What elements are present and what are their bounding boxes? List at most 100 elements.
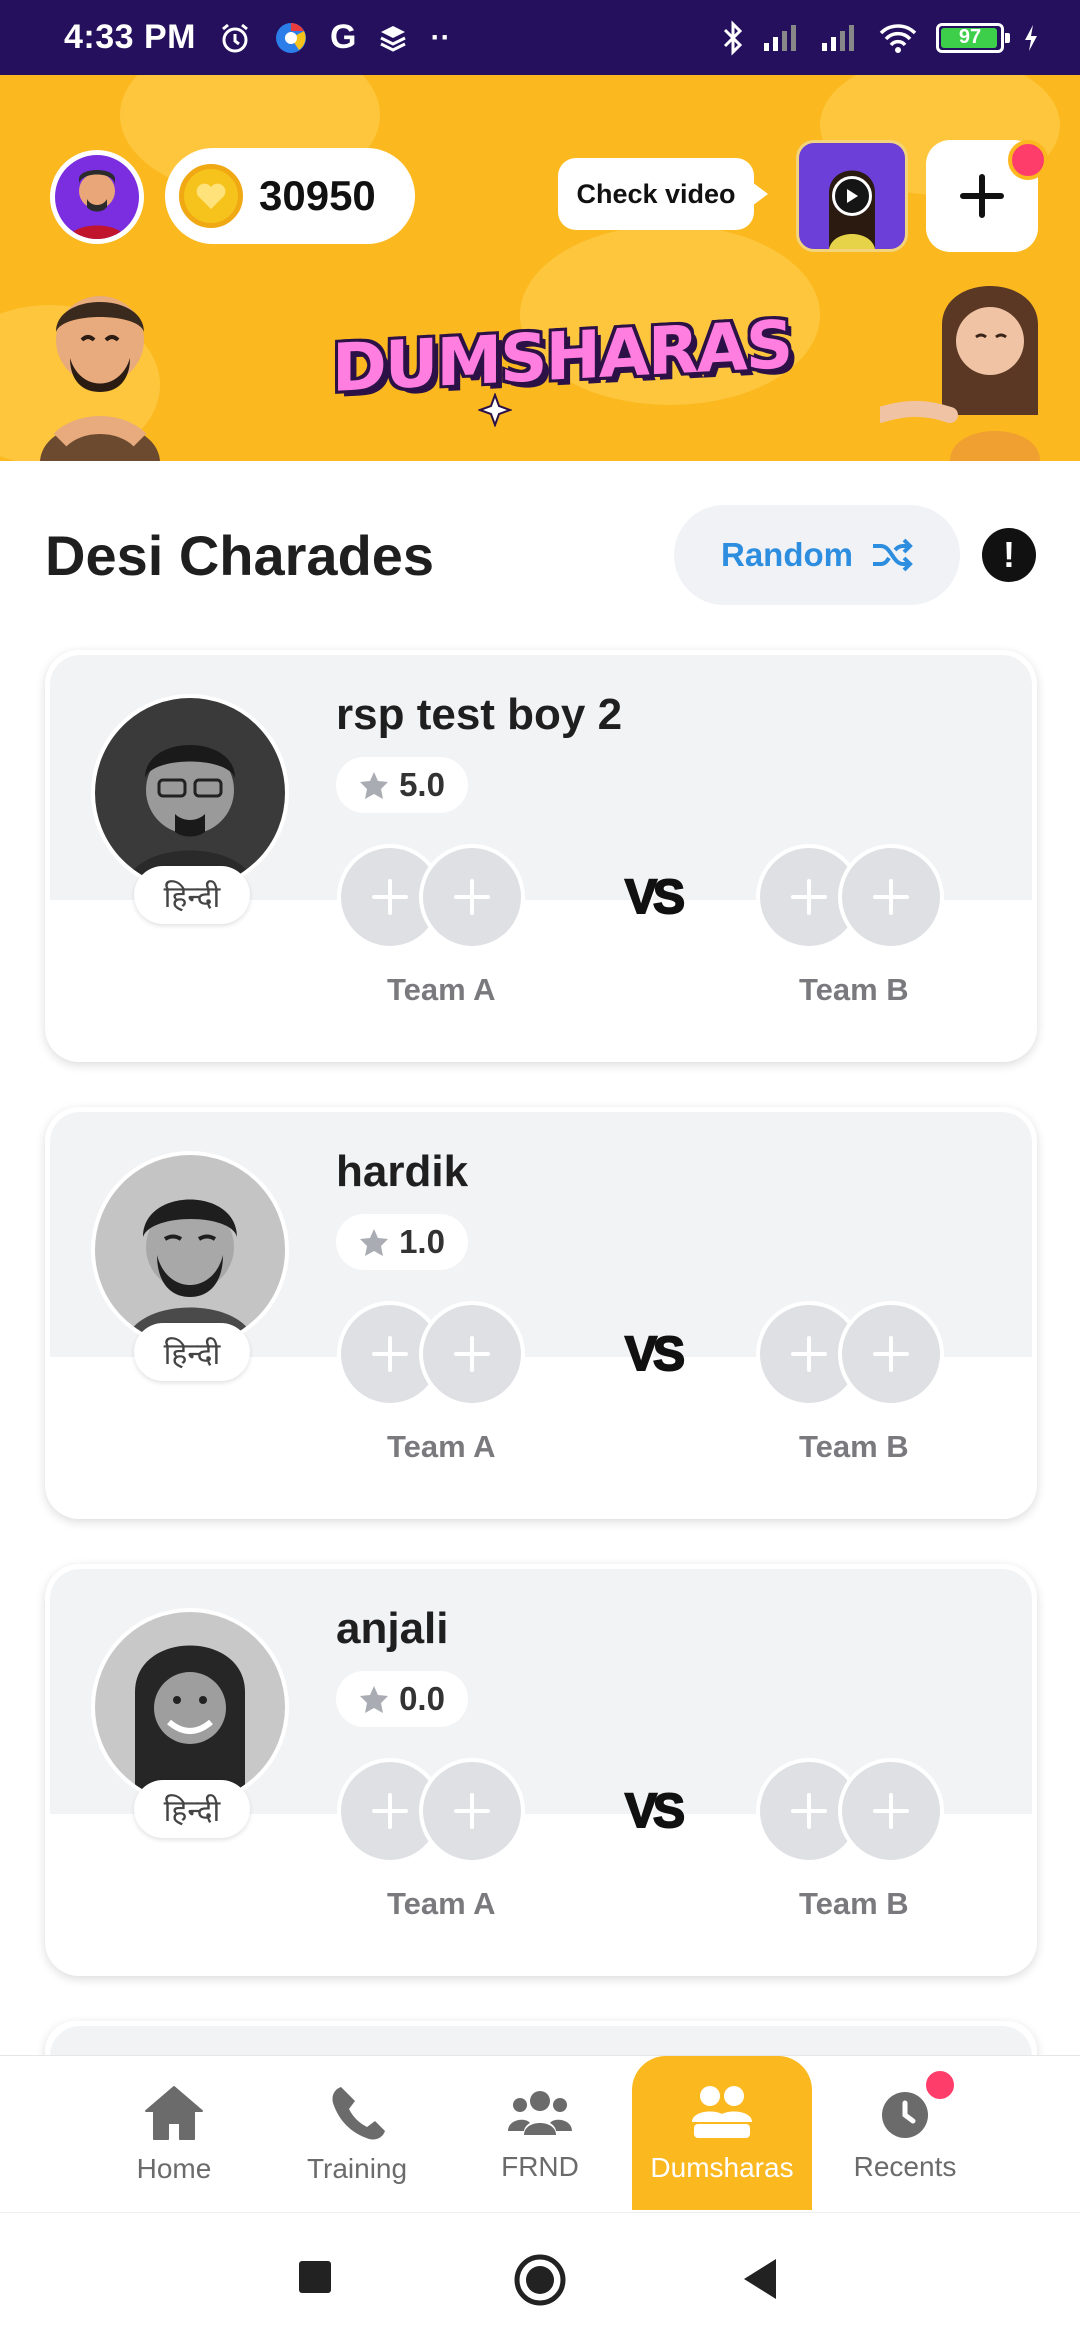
home-circle-icon[interactable]	[513, 2253, 567, 2307]
add-player-icon	[873, 879, 909, 915]
dumsharas-header: 30950 Check video DUMSHARAS	[0, 75, 1080, 461]
status-system-icons: 97	[722, 19, 1040, 56]
bottom-navigation: Home Training FRND Dumsharas Recents	[0, 2055, 1080, 2211]
coin-balance[interactable]: 30950	[165, 148, 415, 244]
nav-recents[interactable]: Recents	[815, 2056, 995, 2212]
host-name: anjali	[336, 1604, 449, 1653]
star-icon	[360, 1229, 389, 1256]
team-a-label: Team A	[387, 972, 496, 1007]
room-card[interactable]: हिन्दी rsp test boy 2 5.0 VS Team A Team…	[45, 650, 1037, 1062]
room-card[interactable]: हिन्दी hardik 1.0 VS Team A Team B	[45, 1107, 1037, 1519]
team-a-label: Team A	[387, 1429, 496, 1464]
avatar-face-icon	[69, 170, 125, 239]
team-a-slot-2[interactable]	[419, 844, 525, 950]
add-player-icon	[454, 1793, 490, 1829]
add-player-icon	[372, 879, 408, 915]
star-icon	[360, 772, 389, 799]
home-icon	[145, 2086, 203, 2140]
google-icon: G	[330, 18, 357, 56]
host-face-icon	[125, 745, 255, 888]
team-a-label: Team A	[387, 1886, 496, 1921]
mascot-man-icon	[40, 296, 160, 461]
language-chip: हिन्दी	[134, 1323, 250, 1381]
signal-2-icon	[822, 24, 854, 51]
mascot-woman-icon	[880, 286, 1040, 461]
coin-icon	[179, 164, 243, 228]
system-navigation-bar	[0, 2212, 1080, 2340]
add-player-icon	[791, 1336, 827, 1372]
versus-label: VS	[624, 1327, 686, 1382]
bluetooth-icon	[723, 19, 743, 56]
star-icon	[360, 1686, 389, 1713]
status-time: 4:33 PM	[64, 18, 196, 56]
section-title: Desi Charades	[45, 524, 435, 587]
team-a-slot-2[interactable]	[419, 1301, 525, 1407]
info-icon: !	[1003, 534, 1015, 575]
profile-avatar[interactable]	[50, 150, 144, 244]
add-player-icon	[454, 1336, 490, 1372]
info-button[interactable]: !	[982, 528, 1036, 582]
nav-recents-label: Recents	[853, 2151, 957, 2182]
video-thumbnail[interactable]	[796, 140, 908, 252]
group-icon	[692, 2086, 752, 2138]
random-button[interactable]: Random	[674, 505, 960, 605]
back-icon[interactable]	[742, 2257, 778, 2301]
nav-training[interactable]: Training	[267, 2056, 447, 2212]
add-player-icon	[454, 879, 490, 915]
wifi-icon	[879, 23, 917, 53]
host-avatar	[91, 1608, 289, 1806]
add-player-icon	[873, 1793, 909, 1829]
phone-icon	[332, 2087, 385, 2140]
rating-chip: 1.0	[336, 1214, 468, 1270]
nav-dumsharas-label: Dumsharas	[650, 2152, 794, 2183]
rating-value: 0.0	[399, 1680, 445, 1717]
room-card[interactable]: हिन्दी anjali 0.0 VS Team A Team B	[45, 1564, 1037, 1976]
nav-home-label: Home	[136, 2153, 212, 2184]
coin-count: 30950	[259, 172, 376, 219]
language-chip: हिन्दी	[134, 1780, 250, 1838]
host-avatar	[91, 694, 289, 892]
browser-icon	[276, 22, 306, 53]
add-player-icon	[372, 1793, 408, 1829]
plus-icon	[960, 174, 1004, 218]
add-player-icon	[791, 879, 827, 915]
charging-icon	[1025, 24, 1037, 51]
play-icon	[832, 176, 872, 216]
alarm-icon	[222, 23, 248, 52]
host-name: rsp test boy 2	[336, 690, 623, 739]
rating-value: 5.0	[399, 766, 445, 803]
nav-frnd[interactable]: FRND	[450, 2056, 630, 2212]
random-label: Random	[721, 536, 853, 573]
status-notification-icons: G ··	[218, 18, 450, 57]
language-chip: हिन्दी	[134, 866, 250, 924]
host-face-icon	[135, 1645, 245, 1802]
layers-icon	[380, 25, 407, 52]
more-notifications-icon: ··	[430, 20, 451, 54]
team-b-label: Team B	[799, 1886, 909, 1921]
nav-dumsharas[interactable]: Dumsharas	[632, 2056, 812, 2210]
recents-notification-dot	[922, 2067, 958, 2103]
friends-icon	[508, 2091, 572, 2135]
team-b-label: Team B	[799, 1429, 909, 1464]
team-b-label: Team B	[799, 972, 909, 1007]
team-b-slot-2[interactable]	[838, 1301, 944, 1407]
team-b-slot-2[interactable]	[838, 844, 944, 950]
recent-apps-icon[interactable]	[298, 2260, 332, 2294]
signal-icon	[764, 24, 796, 51]
team-b-slot-2[interactable]	[838, 1758, 944, 1864]
battery-level: 97	[958, 26, 982, 48]
battery-indicator: 97	[936, 22, 1010, 53]
add-player-icon	[372, 1336, 408, 1372]
add-player-icon	[873, 1336, 909, 1372]
rating-chip: 5.0	[336, 757, 468, 813]
nav-frnd-label: FRND	[501, 2151, 579, 2182]
sparkle-icon	[478, 393, 512, 427]
rating-value: 1.0	[399, 1223, 445, 1260]
host-name: hardik	[336, 1147, 469, 1196]
notification-dot	[1008, 140, 1048, 180]
check-video-button[interactable]: Check video	[558, 158, 768, 230]
status-bar: 4:33 PM G ·· 97	[0, 0, 1080, 75]
team-a-slot-2[interactable]	[419, 1758, 525, 1864]
nav-home[interactable]: Home	[84, 2056, 264, 2212]
nav-training-label: Training	[306, 2153, 408, 2184]
